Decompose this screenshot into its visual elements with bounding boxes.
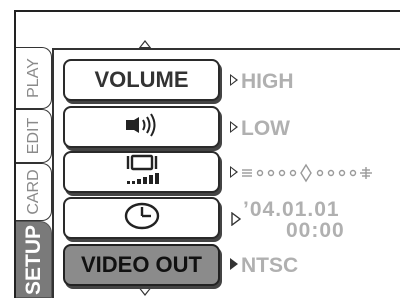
tab-edit-label: EDIT bbox=[24, 117, 42, 155]
video-out-button[interactable]: VIDEO OUT bbox=[63, 244, 220, 286]
beep-sound-value: LOW bbox=[230, 117, 290, 141]
tab-setup[interactable]: SETUP bbox=[16, 221, 52, 298]
time-value: 00:00 bbox=[286, 219, 345, 242]
tab-card[interactable]: CARD bbox=[16, 163, 52, 221]
value-pointer-icon bbox=[230, 166, 238, 179]
value-pointer-icon bbox=[230, 258, 238, 271]
tab-edit[interactable]: EDIT bbox=[16, 109, 52, 163]
clock-icon bbox=[123, 201, 161, 236]
scroll-up-arrow-icon[interactable] bbox=[138, 40, 152, 49]
volume-value-text: HIGH bbox=[241, 70, 294, 93]
video-out-value: NTSC bbox=[230, 254, 298, 278]
camera-setup-screen: PLAY EDIT CARD SETUP VOLUME HIGH LOW ’04… bbox=[0, 0, 400, 298]
scroll-down-arrow-icon[interactable] bbox=[138, 287, 152, 296]
value-pointer-icon bbox=[230, 74, 238, 87]
display-frame-top bbox=[14, 10, 400, 12]
tab-play-label: PLAY bbox=[24, 58, 42, 98]
video-out-value-text: NTSC bbox=[241, 254, 299, 277]
tab-setup-label: SETUP bbox=[21, 224, 45, 295]
volume-value: HIGH bbox=[230, 70, 294, 94]
beep-sound-value-text: LOW bbox=[241, 117, 290, 140]
date-time-pointer bbox=[231, 211, 242, 231]
screen-brightness-icon bbox=[119, 153, 165, 192]
volume-label: VOLUME bbox=[94, 67, 189, 92]
beep-sound-button[interactable] bbox=[63, 106, 220, 148]
brightness-slider[interactable] bbox=[240, 163, 400, 188]
tab-card-label: CARD bbox=[24, 169, 42, 215]
date-time-button[interactable] bbox=[63, 197, 220, 239]
video-out-label: VIDEO OUT bbox=[80, 252, 202, 277]
tab-play[interactable]: PLAY bbox=[16, 47, 52, 109]
value-pointer-icon bbox=[230, 121, 238, 134]
speaker-icon bbox=[122, 112, 162, 143]
menu-tab-strip: PLAY EDIT CARD SETUP bbox=[16, 47, 52, 298]
screen-brightness-button[interactable] bbox=[63, 151, 220, 193]
volume-button[interactable]: VOLUME bbox=[63, 59, 220, 101]
